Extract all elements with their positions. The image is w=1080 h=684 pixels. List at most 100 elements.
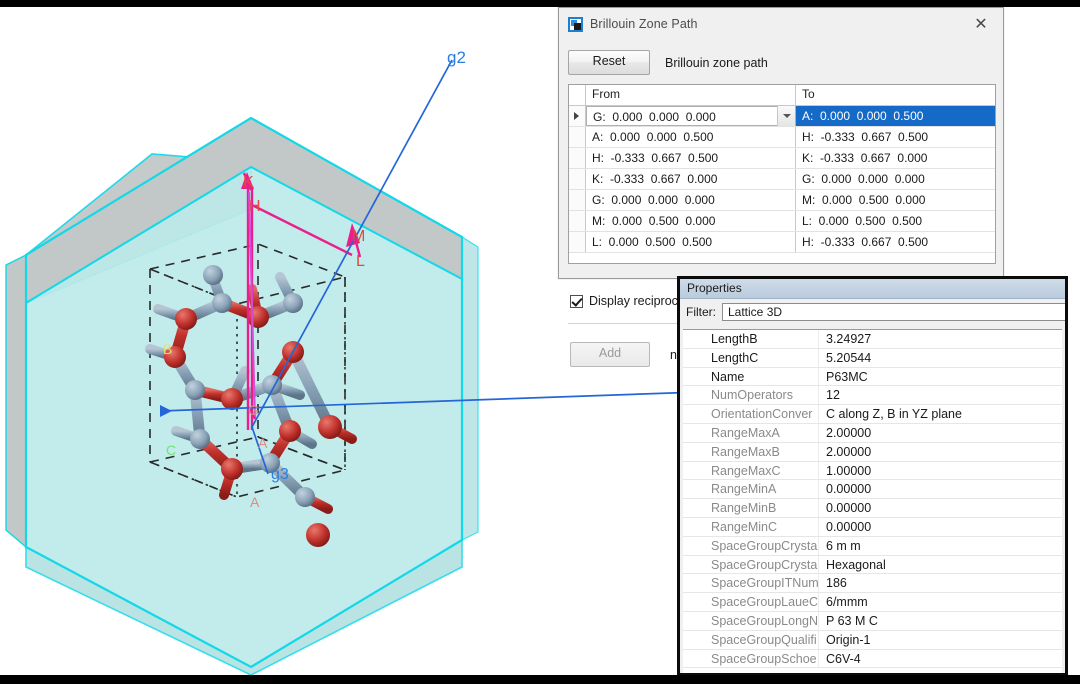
cell-to[interactable]: M: 0.000 0.500 0.000 (796, 190, 995, 210)
property-row[interactable]: SpaceGroupQualifi Origin-1 (683, 630, 1062, 650)
property-row[interactable]: SpaceGroupLaueC 6/mmm (683, 593, 1062, 612)
filter-input[interactable]: Lattice 3D (722, 303, 1065, 321)
property-value[interactable]: 0.00000 (819, 518, 1062, 536)
property-value[interactable]: 12 (819, 386, 1062, 404)
row-indicator[interactable] (569, 169, 586, 189)
property-row[interactable]: RangeMaxA 2.00000 (683, 423, 1062, 443)
property-row[interactable]: SpaceGroupSchoe C6V-4 (683, 649, 1062, 669)
app-logo-icon (568, 16, 583, 32)
label-L: L (356, 253, 365, 270)
properties-titlebar[interactable]: Properties (680, 279, 1065, 299)
current-row-arrow-icon[interactable] (569, 106, 586, 126)
property-row[interactable]: SpaceGroupCrysta Hexagonal (683, 555, 1062, 575)
letterbox-top (0, 0, 1080, 7)
table-row[interactable]: A: 0.000 0.000 0.500 H: -0.333 0.667 0.50… (569, 127, 995, 148)
cell-from[interactable]: L: 0.000 0.500 0.500 (586, 232, 796, 252)
property-value[interactable]: 2.00000 (819, 443, 1062, 461)
property-row[interactable]: Name P63MC (683, 367, 1062, 387)
property-row[interactable]: LengthB 3.24927 (683, 330, 1062, 349)
property-row[interactable]: RangeMinB 0.00000 (683, 499, 1062, 518)
filter-label: Filter: (686, 305, 716, 319)
property-name: OrientationConver (683, 405, 819, 423)
brillouin-zone-path-dialog[interactable]: Brillouin Zone Path ✕ Reset Brillouin zo… (558, 7, 1004, 367)
property-value[interactable]: 6/mmm (819, 593, 1062, 611)
table-row[interactable]: G: 0.000 0.000 0.000 A: 0.000 0.000 0.500 (569, 106, 995, 127)
property-name: RangeMinA (683, 480, 819, 499)
grid-body: G: 0.000 0.000 0.000 A: 0.000 0.000 0.500… (569, 106, 995, 253)
property-value[interactable]: 1.00000 (819, 462, 1062, 480)
table-row[interactable]: H: -0.333 0.667 0.500 K: -0.333 0.667 0.0… (569, 148, 995, 169)
property-value[interactable]: 0.00000 (819, 499, 1062, 517)
reset-button[interactable]: Reset (568, 50, 650, 75)
grid-header-to[interactable]: To (796, 85, 995, 105)
property-value[interactable]: 3.24927 (819, 330, 1062, 348)
cell-to[interactable]: H: -0.333 0.667 0.500 (796, 127, 995, 147)
property-name: SpaceGroupSchoe (683, 649, 819, 668)
property-name: NumOperators (683, 386, 819, 405)
cell-to[interactable]: A: 0.000 0.000 0.500 (796, 106, 995, 126)
path-grid[interactable]: From To G: 0.000 0.000 0.000 A: 0.000 0.0… (568, 84, 996, 264)
app-screenshot: g2 K H M L G A A g3 B C A Brillouin Zone… (0, 0, 1080, 684)
cell-to[interactable]: K: -0.333 0.667 0.000 (796, 148, 995, 168)
property-value[interactable]: 0.00000 (819, 480, 1062, 498)
table-row[interactable]: M: 0.000 0.500 0.000 L: 0.000 0.500 0.500 (569, 211, 995, 232)
dialog-title: Brillouin Zone Path (590, 17, 698, 31)
property-row[interactable]: NumOperators 12 (683, 386, 1062, 406)
row-indicator[interactable] (569, 232, 586, 252)
property-name: LengthC (683, 348, 819, 367)
row-indicator[interactable] (569, 148, 586, 168)
label-A-upper: A (258, 435, 268, 451)
property-row[interactable]: SpaceGroupITNum 186 (683, 574, 1062, 594)
property-row[interactable]: RangeMaxC 1.00000 (683, 461, 1062, 481)
property-value[interactable]: 186 (819, 574, 1062, 592)
property-value[interactable]: C along Z, B in YZ plane (819, 405, 1062, 423)
table-row[interactable]: L: 0.000 0.500 0.500 H: -0.333 0.667 0.50… (569, 232, 995, 253)
property-row[interactable]: RangeMinC 0.00000 (683, 517, 1062, 537)
grid-header-from[interactable]: From (586, 85, 796, 105)
row-indicator[interactable] (569, 190, 586, 210)
cell-from[interactable]: A: 0.000 0.000 0.500 (586, 127, 796, 147)
property-name: SpaceGroupQualifi (683, 630, 819, 649)
cell-to[interactable]: G: 0.000 0.000 0.000 (796, 169, 995, 189)
table-row[interactable]: K: -0.333 0.667 0.000 G: 0.000 0.000 0.00… (569, 169, 995, 190)
property-row[interactable]: SpaceGroupCrysta 6 m m (683, 536, 1062, 556)
property-value[interactable]: P63MC (819, 368, 1062, 386)
close-icon[interactable]: ✕ (959, 8, 1003, 39)
property-row[interactable]: SpaceGroupLongN P 63 M C (683, 611, 1062, 631)
label-H: H (249, 198, 261, 215)
dialog-toolbar: Reset Brillouin zone path (568, 50, 768, 75)
cell-to[interactable]: H: -0.333 0.667 0.500 (796, 232, 995, 252)
cell-from[interactable]: M: 0.000 0.500 0.000 (586, 211, 796, 231)
cell-from[interactable]: G: 0.000 0.000 0.000 (586, 190, 796, 210)
property-value[interactable]: 5.20544 (819, 349, 1062, 367)
property-row[interactable]: LengthC 5.20544 (683, 348, 1062, 368)
property-value[interactable]: 2.00000 (819, 424, 1062, 442)
dialog-titlebar[interactable]: Brillouin Zone Path ✕ (559, 8, 1003, 40)
property-value[interactable]: C6V-4 (819, 650, 1062, 668)
row-indicator[interactable] (569, 127, 586, 147)
cell-to[interactable]: L: 0.000 0.500 0.500 (796, 211, 995, 231)
grid-header: From To (569, 85, 995, 106)
checkbox-icon[interactable] (570, 294, 583, 308)
property-name: RangeMaxC (683, 461, 819, 480)
property-row[interactable]: RangeMinA 0.00000 (683, 480, 1062, 500)
add-button[interactable]: Add (570, 342, 650, 367)
property-row[interactable]: OrientationConver C along Z, B in YZ plan… (683, 405, 1062, 424)
property-name: SpaceGroupLaueC (683, 593, 819, 611)
property-name: RangeMinB (683, 499, 819, 517)
property-value[interactable]: 6 m m (819, 537, 1062, 555)
chevron-down-icon[interactable] (777, 106, 795, 126)
property-value[interactable]: Origin-1 (819, 631, 1062, 649)
property-value[interactable]: Hexagonal (819, 556, 1062, 574)
row-indicator[interactable] (569, 211, 586, 231)
table-row[interactable]: G: 0.000 0.000 0.000 M: 0.000 0.500 0.000 (569, 190, 995, 211)
property-value[interactable]: P 63 M C (819, 612, 1062, 630)
properties-grid[interactable]: LengthB 3.24927 LengthC 5.20544 Name P63MC Num… (683, 329, 1062, 673)
cell-from[interactable]: K: -0.333 0.667 0.000 (586, 169, 796, 189)
properties-window[interactable]: Properties Filter: Lattice 3D LengthB 3.2… (677, 276, 1068, 676)
label-A-lower: A (250, 494, 260, 510)
cell-from[interactable]: H: -0.333 0.667 0.500 (586, 148, 796, 168)
label-g3: g3 (271, 466, 289, 483)
cell-from[interactable]: G: 0.000 0.000 0.000 (586, 106, 796, 126)
property-row[interactable]: RangeMaxB 2.00000 (683, 442, 1062, 462)
